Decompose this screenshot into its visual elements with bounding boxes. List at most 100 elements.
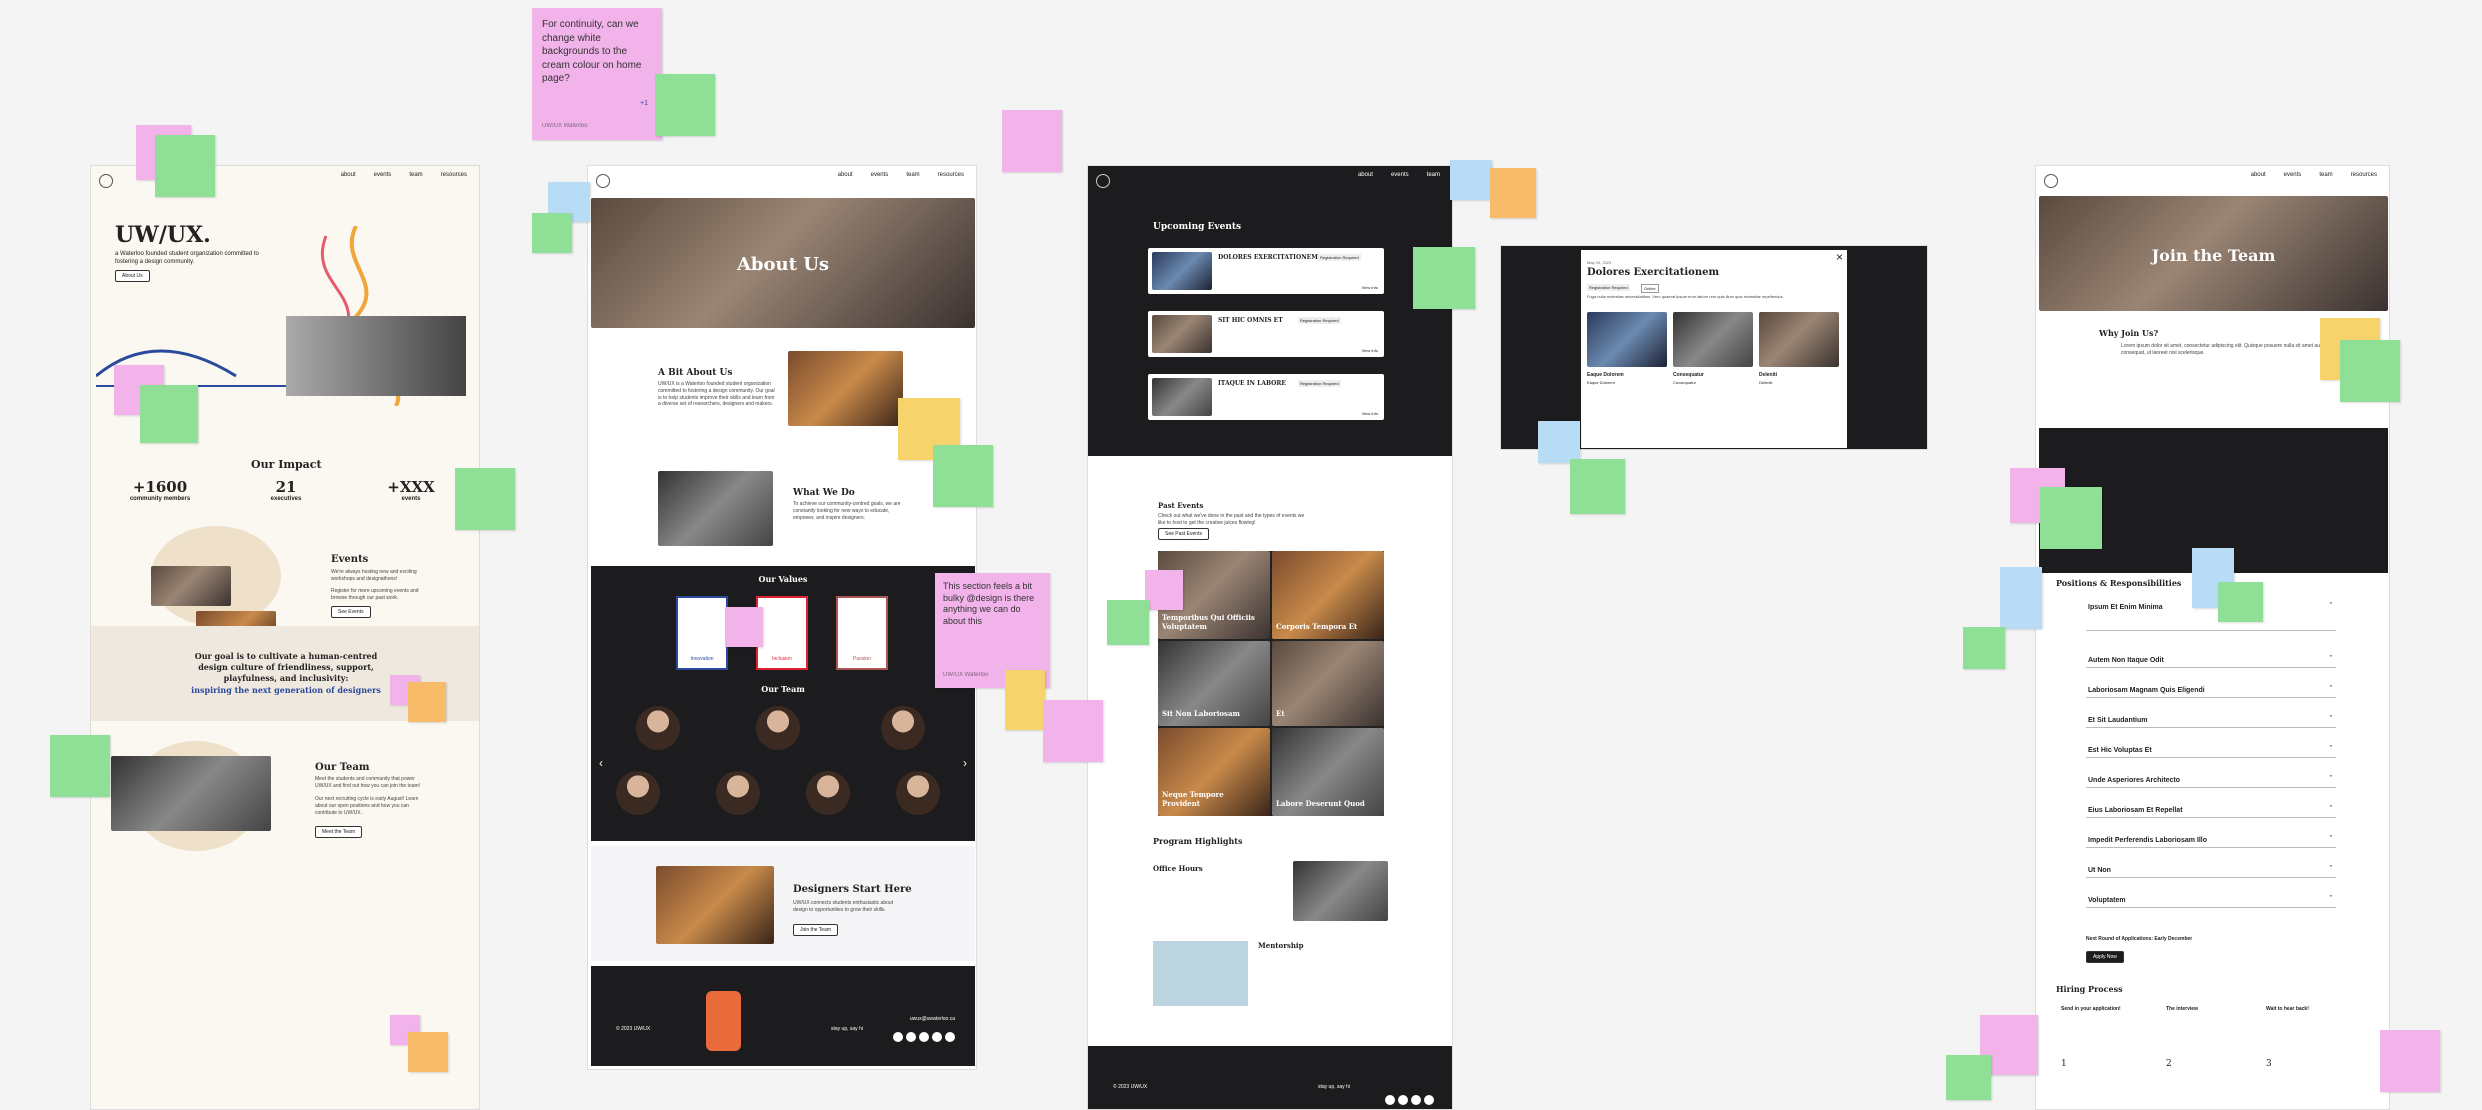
- carousel-prev-icon[interactable]: ‹: [599, 756, 603, 770]
- facebook-icon[interactable]: [906, 1032, 916, 1042]
- sticky-note[interactable]: [725, 607, 763, 647]
- sticky-note[interactable]: [2380, 1030, 2440, 1092]
- nav-events[interactable]: events: [2284, 172, 2302, 178]
- event-link[interactable]: View Info: [1362, 348, 1378, 353]
- sticky-note[interactable]: For continuity, can we change white back…: [532, 8, 662, 140]
- nav-about[interactable]: about: [838, 172, 853, 178]
- nav-team[interactable]: team: [2319, 172, 2332, 178]
- nav-team[interactable]: team: [409, 172, 422, 178]
- chevron-down-icon[interactable]: ˇ: [2330, 866, 2332, 873]
- sticky-note[interactable]: [455, 468, 515, 530]
- sticky-note[interactable]: [655, 74, 715, 136]
- logo-icon[interactable]: [99, 174, 113, 188]
- sticky-note[interactable]: [155, 135, 215, 197]
- sticky-note[interactable]: [1145, 570, 1183, 610]
- team-avatar[interactable]: [896, 771, 940, 815]
- sticky-note[interactable]: [2218, 582, 2263, 622]
- accordion-row[interactable]: Voluptatem ˇ: [2086, 894, 2336, 908]
- nav-events[interactable]: events: [871, 172, 889, 178]
- past-tile[interactable]: Labore Deserunt Quod: [1272, 728, 1384, 816]
- past-tile[interactable]: Neque Tempore Provident: [1158, 728, 1270, 816]
- sticky-note[interactable]: [1413, 247, 1475, 309]
- sticky-note[interactable]: [2000, 567, 2042, 629]
- sticky-note[interactable]: [1005, 670, 1045, 730]
- linkedin-icon[interactable]: [932, 1032, 942, 1042]
- event-card[interactable]: ITAQUE IN LABORE Registration Required V…: [1148, 374, 1384, 420]
- chevron-down-icon[interactable]: ˇ: [2330, 686, 2332, 693]
- sticky-note[interactable]: [1946, 1055, 1991, 1100]
- chevron-down-icon[interactable]: ˇ: [2330, 776, 2332, 783]
- event-card[interactable]: DOLORES EXERCITATIONEM Registration Requ…: [1148, 248, 1384, 294]
- sticky-note[interactable]: [532, 213, 572, 253]
- accordion-row[interactable]: Laboriosam Magnam Quis Eligendi ˇ: [2086, 684, 2336, 698]
- team-avatar[interactable]: [616, 771, 660, 815]
- chevron-down-icon[interactable]: ˇ: [2330, 806, 2332, 813]
- instagram-icon[interactable]: [1385, 1095, 1395, 1105]
- team-avatar[interactable]: [806, 771, 850, 815]
- sticky-note[interactable]: [408, 682, 446, 722]
- see-events-button[interactable]: See Events: [331, 606, 371, 618]
- nav-events[interactable]: events: [374, 172, 392, 178]
- accordion-row[interactable]: Autem Non Itaque Odit ˇ: [2086, 654, 2336, 668]
- accordion-row[interactable]: Est Hic Voluptas Et ˇ: [2086, 744, 2336, 758]
- team-avatar[interactable]: [881, 706, 925, 750]
- sticky-note[interactable]: [2040, 487, 2102, 549]
- sticky-note[interactable]: [933, 445, 993, 507]
- sticky-note[interactable]: [1490, 168, 1536, 218]
- chevron-down-icon[interactable]: ˇ: [2330, 656, 2332, 663]
- carousel-next-icon[interactable]: ›: [963, 756, 967, 770]
- past-tile[interactable]: Sit Non Laboriosam: [1158, 641, 1270, 726]
- medium-icon[interactable]: [945, 1032, 955, 1042]
- sticky-note[interactable]: [50, 735, 110, 797]
- chevron-down-icon[interactable]: ˇ: [2330, 896, 2332, 903]
- modal-close-icon[interactable]: ×: [1836, 250, 1843, 264]
- event-link[interactable]: View Info: [1362, 411, 1378, 416]
- sticky-note[interactable]: [1450, 160, 1492, 200]
- sticky-note[interactable]: [1963, 627, 2005, 669]
- nav-team[interactable]: team: [1427, 172, 1440, 178]
- twitter-icon[interactable]: [919, 1032, 929, 1042]
- sticky-note[interactable]: [1538, 421, 1580, 463]
- accordion-row[interactable]: Ut Non ˇ: [2086, 864, 2336, 878]
- nav-about[interactable]: about: [2251, 172, 2266, 178]
- nav-team[interactable]: team: [906, 172, 919, 178]
- sticky-note[interactable]: [2340, 340, 2400, 402]
- logo-icon[interactable]: [596, 174, 610, 188]
- social-icons[interactable]: [1382, 1092, 1434, 1109]
- sticky-note[interactable]: [140, 385, 198, 443]
- meet-team-button[interactable]: Meet the Team: [315, 826, 362, 838]
- chevron-down-icon[interactable]: ˇ: [2330, 716, 2332, 723]
- chevron-down-icon[interactable]: ˇ: [2330, 746, 2332, 753]
- chevron-up-icon[interactable]: ˆ: [2330, 603, 2332, 610]
- instagram-icon[interactable]: [893, 1032, 903, 1042]
- nav-resources[interactable]: resources: [938, 172, 964, 178]
- see-past-events-button[interactable]: See Past Events: [1158, 528, 1209, 540]
- chevron-down-icon[interactable]: ˇ: [2330, 836, 2332, 843]
- twitter-icon[interactable]: [1411, 1095, 1421, 1105]
- nav-events[interactable]: events: [1391, 172, 1409, 178]
- apply-now-button[interactable]: Apply Now: [2086, 951, 2124, 963]
- past-tile[interactable]: Corporis Tempora Et: [1272, 551, 1384, 639]
- nav-about[interactable]: about: [1358, 172, 1373, 178]
- join-team-button[interactable]: Join the Team: [793, 924, 839, 936]
- social-icons[interactable]: [890, 1029, 955, 1047]
- facebook-icon[interactable]: [1398, 1095, 1408, 1105]
- accordion-row[interactable]: Et Sit Laudantium ˇ: [2086, 714, 2336, 728]
- sticky-note[interactable]: [1002, 110, 1062, 172]
- accordion-row[interactable]: Impedit Perferendis Laboriosam Illo ˇ: [2086, 834, 2336, 848]
- logo-icon[interactable]: [1096, 174, 1110, 188]
- sticky-note[interactable]: [1043, 700, 1103, 762]
- footer-email[interactable]: uwux@uwaterloo.ca: [910, 1016, 955, 1022]
- team-avatar[interactable]: [756, 706, 800, 750]
- sticky-note[interactable]: [408, 1032, 448, 1072]
- team-avatar[interactable]: [636, 706, 680, 750]
- logo-icon[interactable]: [2044, 174, 2058, 188]
- nav-about[interactable]: about: [341, 172, 356, 178]
- nav-resources[interactable]: resources: [2351, 172, 2377, 178]
- nav-resources[interactable]: resources: [441, 172, 467, 178]
- team-avatar[interactable]: [716, 771, 760, 815]
- linkedin-icon[interactable]: [1424, 1095, 1434, 1105]
- accordion-row[interactable]: Unde Asperiores Architecto ˇ: [2086, 774, 2336, 788]
- event-card[interactable]: SIT HIC OMNIS ET Registration Required V…: [1148, 311, 1384, 357]
- sticky-note[interactable]: [1570, 459, 1625, 514]
